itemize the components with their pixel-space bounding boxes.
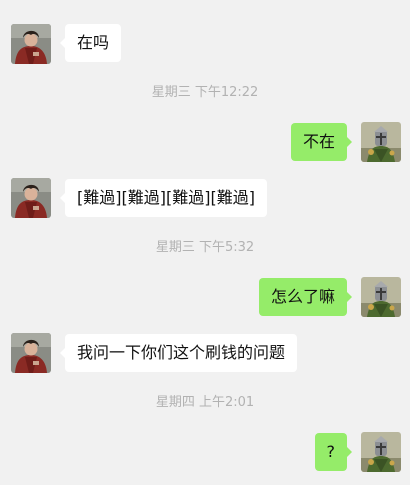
knight-avatar-photo <box>361 277 401 317</box>
message-text: 在吗 <box>77 33 110 52</box>
chat-timestamp: 星期三 下午12:22 <box>151 85 259 100</box>
chat-timestamp: 星期三 下午5:32 <box>155 240 255 255</box>
incoming-message-bubble[interactable]: [難過][難過][難過][難過] <box>60 179 267 217</box>
chat-message-area: 在吗 星期三 下午12:22 不在 [難過][難過][難過][難過] 星期三 下… <box>0 0 410 485</box>
outgoing-message-bubble[interactable]: ? <box>314 433 352 471</box>
outgoing-message-bubble[interactable]: 怎么了嘛 <box>258 278 353 316</box>
user-avatar-photo <box>11 178 51 218</box>
user-avatar[interactable] <box>11 178 51 218</box>
message-text: 我问一下你们这个刷钱的问题 <box>77 343 286 362</box>
my-avatar[interactable] <box>361 122 401 162</box>
user-avatar[interactable] <box>11 333 51 373</box>
knight-avatar-photo <box>361 432 401 472</box>
incoming-message-bubble[interactable]: 在吗 <box>59 24 122 62</box>
user-avatar-photo <box>11 333 51 373</box>
knight-avatar-photo <box>361 122 401 162</box>
incoming-message-bubble[interactable]: 我问一下你们这个刷钱的问题 <box>59 334 298 372</box>
user-avatar[interactable] <box>11 24 51 64</box>
message-text: [難過][難過][難過][難過] <box>77 188 255 207</box>
my-avatar[interactable] <box>361 432 401 472</box>
message-text: 不在 <box>302 132 335 151</box>
my-avatar[interactable] <box>361 277 401 317</box>
chat-timestamp: 星期四 上午2:01 <box>155 395 255 410</box>
message-text: 怎么了嘛 <box>270 287 335 306</box>
outgoing-message-bubble[interactable]: 不在 <box>290 123 353 161</box>
message-text: ? <box>326 442 336 461</box>
user-avatar-photo <box>11 24 51 64</box>
